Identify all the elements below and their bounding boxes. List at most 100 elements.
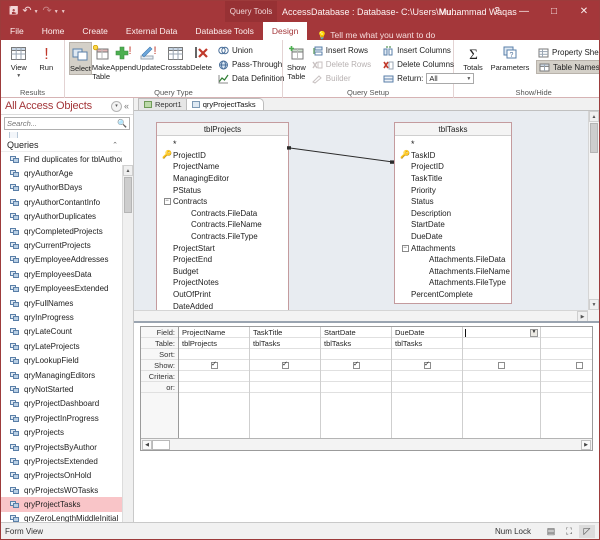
- grid-scroll-left-button[interactable]: ◀: [142, 440, 152, 450]
- grid-cell-or[interactable]: [321, 382, 391, 393]
- field-row[interactable]: −Contracts: [157, 196, 288, 208]
- show-checkbox[interactable]: ✓: [211, 362, 218, 369]
- grid-cell-or[interactable]: [250, 382, 320, 393]
- field-row[interactable]: ProjectNotes: [157, 277, 288, 289]
- field-row[interactable]: ManagingEditor: [157, 173, 288, 185]
- field-dropdown-icon[interactable]: ▼: [530, 329, 538, 337]
- field-row[interactable]: Contracts.FileName: [157, 219, 288, 231]
- field-row[interactable]: ProjectStart: [157, 242, 288, 254]
- save-icon[interactable]: 🖪: [9, 6, 18, 17]
- grid-cell-table[interactable]: tblTasks: [392, 338, 462, 349]
- navigation-item[interactable]: qryZeroLengthMiddleInitial: [1, 512, 122, 522]
- view-caret-icon[interactable]: ▼: [16, 73, 21, 79]
- customize-qat-icon[interactable]: ▼: [61, 9, 66, 15]
- grid-cell-table[interactable]: tblTasks: [321, 338, 391, 349]
- parameters-button[interactable]: ? Parameters: [488, 42, 532, 73]
- query-diagram-pane[interactable]: tblProjects *🔑ProjectIDProjectNameManagi…: [134, 111, 599, 323]
- navigation-item[interactable]: qryAuthorBDays: [1, 181, 122, 195]
- field-row[interactable]: ProjectName: [157, 161, 288, 173]
- ribbon-tab-external-data[interactable]: External Data: [117, 22, 187, 40]
- field-row[interactable]: Attachments.FileData: [395, 254, 511, 266]
- navigation-item[interactable]: qryProjectsOnHold: [1, 469, 122, 483]
- redo-caret-icon[interactable]: ▼: [54, 9, 59, 15]
- grid-cell-or[interactable]: [463, 382, 540, 393]
- query-grid-horizontal-scrollbar[interactable]: ◀ ▶: [141, 438, 592, 450]
- field-row[interactable]: −Attachments: [395, 242, 511, 254]
- show-checkbox[interactable]: ✓: [353, 362, 360, 369]
- grid-cell-field[interactable]: ▼: [463, 327, 540, 338]
- table-box-tblprojects[interactable]: tblProjects *🔑ProjectIDProjectNameManagi…: [156, 122, 289, 316]
- totals-button[interactable]: Σ Totals: [458, 42, 488, 73]
- minimize-button[interactable]: —: [509, 1, 539, 22]
- show-table-button[interactable]: Show Table: [287, 42, 306, 81]
- grid-cell-field[interactable]: ProjectName: [179, 327, 249, 338]
- grid-cell-field[interactable]: [541, 327, 592, 338]
- scroll-thumb[interactable]: [124, 177, 132, 213]
- navigation-collapse-icon[interactable]: «: [124, 101, 131, 111]
- field-row[interactable]: PStatus: [157, 184, 288, 196]
- field-row[interactable]: Status: [395, 196, 511, 208]
- table-box-tbltasks[interactable]: tblTasks *🔑TaskIDProjectIDTaskTitlePrior…: [394, 122, 512, 304]
- grid-cell-show[interactable]: ✓: [179, 360, 249, 371]
- search-box[interactable]: 🔍: [4, 117, 130, 130]
- query-design-grid[interactable]: Field:Table:Sort:Show:Criteria:or: Proje…: [140, 326, 593, 451]
- navigation-item[interactable]: qryLookupField: [1, 353, 122, 367]
- grid-scroll-thumb[interactable]: [152, 440, 170, 450]
- select-query-button[interactable]: Select: [69, 42, 92, 75]
- field-row[interactable]: *: [157, 138, 288, 150]
- grid-cell-or[interactable]: [392, 382, 462, 393]
- navigation-item[interactable]: qryEmployeesExtended: [1, 282, 122, 296]
- chevron-up-icon[interactable]: ⌃: [112, 141, 118, 149]
- grid-cell-criteria[interactable]: [250, 371, 320, 382]
- field-row[interactable]: Attachments.FileType: [395, 277, 511, 289]
- navigation-item[interactable]: qryLateProjects: [1, 339, 122, 353]
- grid-cell-criteria[interactable]: [179, 371, 249, 382]
- ribbon-tab-file[interactable]: File: [1, 22, 33, 40]
- view-button[interactable]: View ▼: [5, 42, 33, 79]
- field-row[interactable]: ProjectID: [395, 161, 511, 173]
- datasheet-view-button[interactable]: ▤: [543, 525, 559, 538]
- field-row[interactable]: Description: [395, 208, 511, 220]
- diagram-vertical-scrollbar[interactable]: ▲ ▼: [588, 111, 599, 310]
- table-box-title-tblprojects[interactable]: tblProjects: [157, 123, 288, 136]
- diagram-horizontal-scrollbar[interactable]: ▶: [134, 310, 588, 321]
- grid-cell-table[interactable]: tblTasks: [250, 338, 320, 349]
- field-row[interactable]: Attachments.FileName: [395, 266, 511, 278]
- diagram-scroll-down-button[interactable]: ▼: [589, 299, 599, 310]
- crosstab-button[interactable]: Crosstab: [160, 42, 190, 73]
- grid-cell-sort[interactable]: [541, 349, 592, 360]
- navigation-item[interactable]: qryEmployeesData: [1, 267, 122, 281]
- document-tab-qryprojecttasks[interactable]: qryProjectTasks: [186, 98, 264, 110]
- undo-caret-icon[interactable]: ▼: [34, 9, 39, 15]
- grid-cell-sort[interactable]: [250, 349, 320, 360]
- navigation-item[interactable]: qryProjectsByAuthor: [1, 440, 122, 454]
- search-icon[interactable]: 🔍: [117, 119, 127, 128]
- pivot-view-button[interactable]: ⛶: [561, 525, 577, 538]
- navigation-item[interactable]: qryProjectsWOTasks: [1, 483, 122, 497]
- design-view-button[interactable]: ◸: [579, 525, 595, 538]
- navigation-object-list[interactable]: Queries ⌃ Find duplicates for tblAuthors…: [1, 132, 133, 522]
- navigation-item[interactable]: Find duplicates for tblAuthors: [1, 152, 122, 166]
- maximize-button[interactable]: □: [539, 1, 569, 22]
- navigation-item[interactable]: qryProjects: [1, 425, 122, 439]
- field-row[interactable]: 🔑TaskID: [395, 150, 511, 162]
- navigation-item[interactable]: qryAuthorContantInfo: [1, 195, 122, 209]
- grid-cell-show[interactable]: ✓: [321, 360, 391, 371]
- grid-cell-show[interactable]: ✓: [392, 360, 462, 371]
- field-row[interactable]: PercentComplete: [395, 289, 511, 301]
- data-definition-button[interactable]: Data Definition: [216, 72, 286, 85]
- grid-cell-field[interactable]: StartDate: [321, 327, 391, 338]
- field-row[interactable]: *: [395, 138, 511, 150]
- field-row[interactable]: OutOfPrint: [157, 289, 288, 301]
- field-row[interactable]: TaskTitle: [395, 173, 511, 185]
- field-row[interactable]: Contracts.FileData: [157, 208, 288, 220]
- field-row[interactable]: ProjectEnd: [157, 254, 288, 266]
- ribbon-tab-database-tools[interactable]: Database Tools: [186, 22, 262, 40]
- table-box-title-tbltasks[interactable]: tblTasks: [395, 123, 511, 136]
- field-row[interactable]: Budget: [157, 266, 288, 278]
- navigation-item[interactable]: qryProjectInProgress: [1, 411, 122, 425]
- navigation-item[interactable]: qryProjectDashboard: [1, 397, 122, 411]
- field-row[interactable]: DueDate: [395, 231, 511, 243]
- grid-cell-criteria[interactable]: [463, 371, 540, 382]
- grid-cell-field[interactable]: DueDate: [392, 327, 462, 338]
